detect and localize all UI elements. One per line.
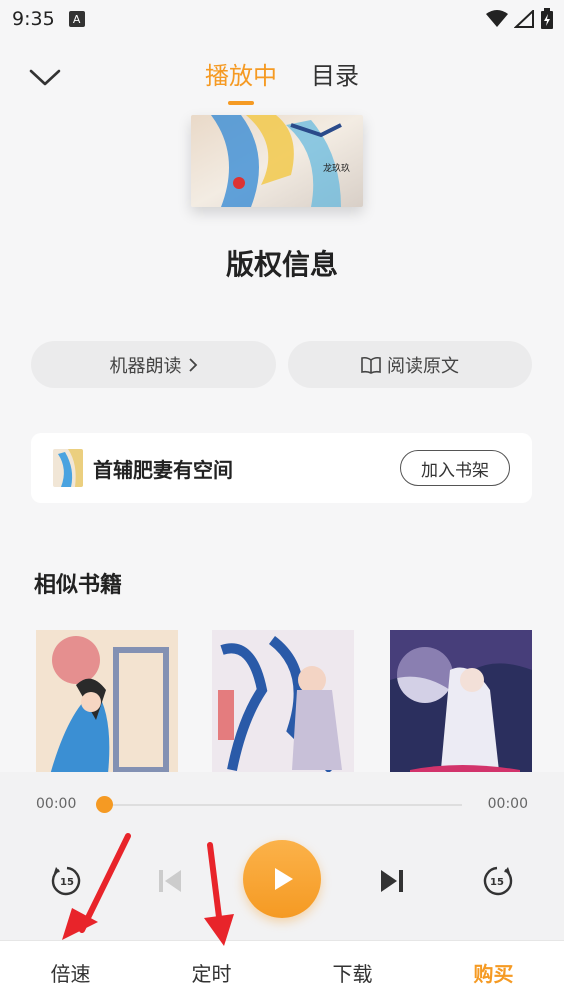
buy-button[interactable]: 购买 — [423, 941, 564, 1004]
status-left: 9:35 A — [12, 8, 85, 30]
rewind-seconds: 15 — [60, 877, 74, 888]
cover-art: 龙玖玖 — [191, 115, 363, 207]
book-card-title: 首辅肥妻有空间 — [93, 457, 233, 482]
similar-book-cover[interactable] — [36, 630, 178, 772]
total-time: 00:00 — [487, 796, 528, 812]
book-card[interactable]: 首辅肥妻有空间 加入书架 — [31, 433, 532, 503]
forward-15-button[interactable]: 15 — [480, 864, 514, 898]
play-button[interactable] — [243, 840, 321, 918]
book-open-icon — [361, 356, 381, 374]
wifi-icon — [486, 10, 508, 27]
forward-15-icon: 15 — [483, 866, 513, 896]
forward-seconds: 15 — [490, 877, 504, 888]
book-thumbnail — [53, 449, 83, 487]
skip-next-icon — [381, 870, 403, 892]
similar-book-cover[interactable] — [390, 630, 532, 772]
next-button[interactable] — [378, 867, 406, 895]
play-icon — [275, 868, 293, 890]
notification-badge-icon: A — [68, 11, 85, 27]
similar-book-cover[interactable] — [212, 630, 354, 772]
status-right — [486, 8, 554, 30]
machine-read-label: 机器朗读 — [109, 355, 182, 377]
status-bar: 9:35 A — [0, 0, 564, 38]
add-to-shelf-button[interactable]: 加入书架 — [400, 450, 510, 486]
previous-button[interactable] — [156, 867, 184, 895]
tab-catalog[interactable]: 目录 — [311, 56, 359, 99]
progress-track[interactable] — [104, 804, 462, 806]
similar-books-row — [36, 630, 536, 772]
top-navigation: 播放中 目录 — [0, 56, 564, 100]
read-original-button[interactable]: 阅读原文 — [288, 341, 532, 388]
battery-icon — [541, 8, 553, 29]
download-button[interactable]: 下载 — [282, 941, 423, 1004]
progress-knob[interactable] — [96, 796, 113, 813]
rewind-15-button[interactable]: 15 — [50, 864, 84, 898]
skip-previous-icon — [159, 870, 181, 892]
timer-button[interactable]: 定时 — [141, 941, 282, 1004]
tab-bar: 播放中 目录 — [0, 56, 564, 99]
read-original-label: 阅读原文 — [387, 355, 459, 377]
chapter-title: 版权信息 — [225, 248, 338, 281]
chevron-right-icon — [188, 357, 197, 372]
speed-button[interactable]: 倍速 — [0, 941, 141, 1004]
cover-caption: 龙玖玖 — [323, 162, 350, 174]
machine-read-button[interactable]: 机器朗读 — [31, 341, 276, 388]
rewind-15-icon: 15 — [51, 866, 81, 896]
bottom-toolbar: 倍速 定时 下载 购买 — [0, 940, 564, 1004]
signal-icon — [514, 10, 534, 28]
audio-player: 00:00 00:00 15 15 — [0, 772, 564, 940]
tab-playing[interactable]: 播放中 — [205, 56, 277, 99]
similar-books-title: 相似书籍 — [34, 573, 123, 598]
current-time: 00:00 — [36, 796, 77, 812]
status-time: 9:35 — [12, 8, 55, 30]
book-cover: 龙玖玖 — [191, 115, 363, 207]
